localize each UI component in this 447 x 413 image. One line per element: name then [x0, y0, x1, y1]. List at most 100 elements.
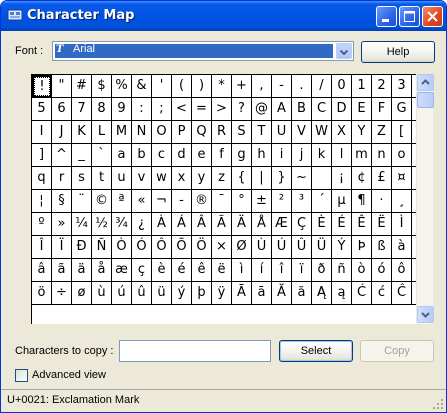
char-cell[interactable]: , — [252, 75, 272, 98]
char-cell[interactable]: ø — [72, 282, 92, 305]
char-cell[interactable]: Õ — [172, 236, 192, 259]
char-cell[interactable]: ` — [92, 144, 112, 167]
char-cell[interactable]: Ø — [232, 236, 252, 259]
char-cell[interactable]: ¦ — [32, 190, 52, 213]
char-cell[interactable]: ô — [392, 259, 412, 282]
char-cell[interactable]: è — [152, 259, 172, 282]
char-cell[interactable]: 0 — [332, 75, 352, 98]
char-cell[interactable]: ¿ — [132, 213, 152, 236]
char-cell[interactable]: ë — [212, 259, 232, 282]
char-cell[interactable]: § — [52, 190, 72, 213]
char-cell[interactable]: b — [132, 144, 152, 167]
char-cell[interactable]: Ú — [272, 236, 292, 259]
char-cell[interactable]: ¯ — [212, 190, 232, 213]
char-cell[interactable]: J — [52, 121, 72, 144]
char-cell[interactable]: Ò — [112, 236, 132, 259]
char-cell[interactable]: r — [52, 167, 72, 190]
char-cell[interactable]: ¨ — [72, 190, 92, 213]
char-cell[interactable]: P — [172, 121, 192, 144]
char-cell[interactable]: Y — [352, 121, 372, 144]
char-cell[interactable]: j — [292, 144, 312, 167]
char-cell[interactable]: y — [192, 167, 212, 190]
scroll-down-button[interactable] — [417, 306, 434, 323]
char-cell[interactable]: / — [312, 75, 332, 98]
char-cell[interactable]: ½ — [92, 213, 112, 236]
char-cell[interactable]: Æ — [272, 213, 292, 236]
char-cell[interactable]: £ — [372, 167, 392, 190]
char-cell[interactable]: ù — [92, 282, 112, 305]
char-cell[interactable]: Ï — [52, 236, 72, 259]
char-cell[interactable]: þ — [192, 282, 212, 305]
char-cell[interactable]: « — [132, 190, 152, 213]
char-cell[interactable]: N — [132, 121, 152, 144]
char-cell[interactable]: ò — [352, 259, 372, 282]
char-cell[interactable]: ą — [332, 282, 352, 305]
char-cell[interactable]: z — [212, 167, 232, 190]
char-cell[interactable]: 7 — [72, 98, 92, 121]
char-cell[interactable]: ç — [132, 259, 152, 282]
char-cell[interactable]: · — [372, 190, 392, 213]
char-cell[interactable]: ³ — [292, 190, 312, 213]
close-button[interactable] — [422, 6, 443, 27]
char-cell[interactable]: Ê — [352, 213, 372, 236]
char-cell[interactable]: . — [292, 75, 312, 98]
char-cell[interactable]: { — [232, 167, 252, 190]
char-cell[interactable]: µ — [332, 190, 352, 213]
font-dropdown[interactable]: T Arial — [52, 41, 354, 61]
char-cell[interactable]: » — [52, 213, 72, 236]
char-cell[interactable]: ´ — [312, 190, 332, 213]
char-cell[interactable]: ÿ — [212, 282, 232, 305]
char-cell[interactable]: * — [212, 75, 232, 98]
char-cell[interactable]: B — [292, 98, 312, 121]
char-cell[interactable]: ó — [372, 259, 392, 282]
character-grid[interactable]: !"#$%&'()*+,-./0123456789:;<=>?@ABCDEFGH… — [31, 74, 432, 324]
char-cell[interactable]: l — [332, 144, 352, 167]
char-cell[interactable]: M — [112, 121, 132, 144]
char-cell[interactable]: t — [92, 167, 112, 190]
char-cell[interactable]: Ã — [212, 213, 232, 236]
char-cell[interactable]: + — [232, 75, 252, 98]
char-cell[interactable]: º — [32, 213, 52, 236]
char-cell[interactable]: ¼ — [72, 213, 92, 236]
char-cell[interactable]: Ö — [192, 236, 212, 259]
maximize-button[interactable] — [399, 6, 420, 27]
char-cell[interactable]: ö — [32, 282, 52, 305]
char-cell[interactable]: G — [392, 98, 412, 121]
char-cell[interactable]: × — [212, 236, 232, 259]
char-cell[interactable]: ] — [32, 144, 52, 167]
char-cell[interactable]: ( — [172, 75, 192, 98]
char-cell[interactable]: A — [272, 98, 292, 121]
char-cell[interactable]: å — [92, 259, 112, 282]
char-cell[interactable]: L — [92, 121, 112, 144]
char-cell[interactable]: ¾ — [112, 213, 132, 236]
char-cell[interactable]: Ä — [232, 213, 252, 236]
grid-scrollbar[interactable] — [416, 74, 434, 324]
characters-to-copy-input[interactable] — [119, 340, 271, 362]
char-cell[interactable]: F — [372, 98, 392, 121]
char-cell[interactable]: Ý — [332, 236, 352, 259]
char-cell[interactable]: Ñ — [92, 236, 112, 259]
char-cell[interactable]: Ì — [392, 213, 412, 236]
char-cell[interactable]: $ — [92, 75, 112, 98]
char-cell[interactable]: ¡ — [332, 167, 352, 190]
char-cell[interactable]: Á — [172, 213, 192, 236]
char-cell[interactable]: e — [192, 144, 212, 167]
char-cell[interactable]: ā — [252, 282, 272, 305]
char-cell[interactable]: ¤ — [392, 167, 412, 190]
char-cell[interactable]: - — [272, 75, 292, 98]
char-cell[interactable]: T — [252, 121, 272, 144]
char-cell[interactable]: D — [332, 98, 352, 121]
char-cell[interactable]: ü — [152, 282, 172, 305]
resize-grip-icon[interactable] — [432, 398, 444, 410]
char-cell[interactable]: 3 — [392, 75, 412, 98]
char-cell[interactable]: Ą — [312, 282, 332, 305]
char-cell[interactable]: X — [332, 121, 352, 144]
char-cell[interactable]: Ă — [272, 282, 292, 305]
char-cell[interactable]: ê — [192, 259, 212, 282]
scroll-up-button[interactable] — [417, 74, 434, 91]
char-cell[interactable]: a — [112, 144, 132, 167]
char-cell[interactable] — [312, 167, 332, 190]
char-cell[interactable]: ñ — [332, 259, 352, 282]
char-cell[interactable]: n — [372, 144, 392, 167]
char-cell[interactable]: û — [132, 282, 152, 305]
